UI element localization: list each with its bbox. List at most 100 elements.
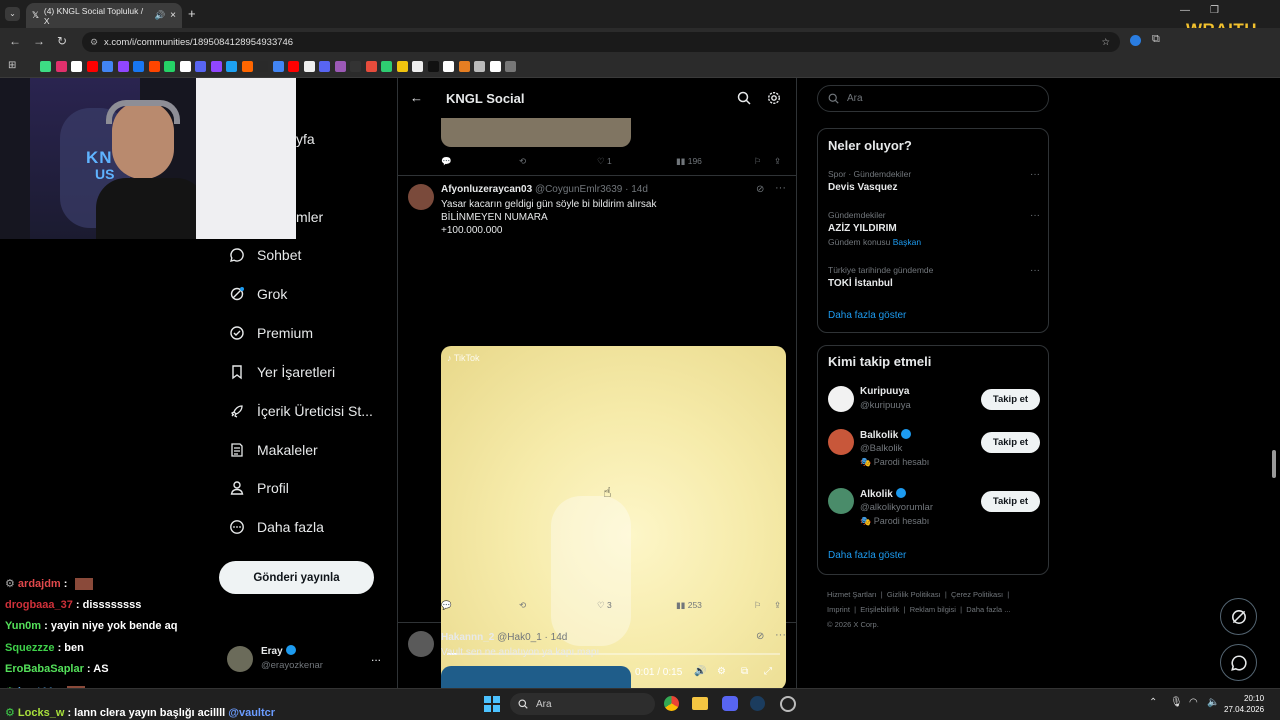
tweet-menu-icon[interactable]: ··· — [775, 629, 786, 641]
follow-button[interactable]: Takip et — [981, 389, 1040, 410]
like-button[interactable]: ♡ 3 — [597, 600, 612, 611]
tweet[interactable]: Afyonluzeraycan03 @CoygunEmlr3639 · 14d … — [398, 176, 796, 688]
volume-tray-icon[interactable]: 🔈 — [1207, 697, 1219, 708]
bookmark-favicon-icon[interactable] — [71, 61, 82, 72]
footer-link[interactable]: Imprint — [827, 605, 850, 614]
avatar[interactable] — [408, 184, 434, 210]
bookmark-favicon-icon[interactable] — [381, 61, 392, 72]
share-icon[interactable]: ⇪ — [774, 600, 781, 611]
close-tab-icon[interactable]: × — [170, 10, 176, 21]
trends-show-more[interactable]: Daha fazla göster — [828, 310, 906, 321]
settings-gear-icon[interactable] — [767, 91, 781, 105]
extensions-icon[interactable]: ⧉ — [1152, 33, 1160, 46]
tweet[interactable]: Hakannn_2 @Hak0_1 · 14d ⊘ ··· Vault sen … — [398, 623, 796, 688]
sidebar-item-more[interactable]: Daha fazla — [229, 519, 324, 535]
bookmark-favicon-icon[interactable] — [319, 61, 330, 72]
apps-grid-icon[interactable]: ⊞ — [8, 60, 16, 71]
follow-suggestion[interactable]: Alkolik @alkolikyorumlar 🎭 Parodi hesabı… — [828, 488, 1040, 533]
avatar[interactable] — [828, 386, 854, 412]
forward-icon[interactable]: → — [33, 34, 45, 48]
discord-icon[interactable] — [722, 696, 738, 711]
trend-menu-icon[interactable]: ··· — [1030, 169, 1040, 180]
views-count[interactable]: ▮▮ 196 — [676, 156, 702, 167]
bookmark-favicon-icon[interactable] — [303, 61, 315, 72]
bookmark-favicon-icon[interactable] — [86, 61, 98, 72]
avatar[interactable] — [828, 429, 854, 455]
account-switcher[interactable]: Eray @erayozkenar ... — [227, 645, 387, 675]
microphone-icon[interactable]: 🎙 — [1170, 697, 1183, 708]
follow-button[interactable]: Takip et — [981, 491, 1040, 512]
search-input[interactable]: Ara — [817, 85, 1049, 112]
sidebar-item-creator-studio[interactable]: İçerik Üreticisi St... — [229, 403, 373, 419]
footer-link[interactable]: Hizmet Şartları — [827, 590, 877, 599]
bookmark-favicon-icon[interactable] — [133, 61, 144, 72]
footer-link[interactable]: Reklam bilgisi — [910, 605, 956, 614]
footer-link[interactable]: Gizlilik Politikası — [887, 590, 941, 599]
chrome-taskbar-icon[interactable] — [664, 696, 679, 711]
scrollbar-thumb[interactable] — [1272, 450, 1276, 478]
bookmark-favicon-icon[interactable] — [489, 61, 501, 72]
avatar[interactable] — [408, 631, 434, 657]
tab-list-button[interactable]: ⌄ — [5, 7, 20, 21]
tweet-image[interactable] — [441, 666, 631, 688]
bookmark-star-icon[interactable]: ☆ — [1101, 37, 1110, 48]
like-button[interactable]: ♡ 1 — [597, 156, 612, 167]
window-controls[interactable]: — ❐ — [1180, 5, 1219, 16]
taskbar-search[interactable]: Ara — [510, 693, 655, 715]
trend-item[interactable]: Spor · Gündemdekiler Devis Vasquez ··· — [828, 169, 1040, 193]
follow-button[interactable]: Takip et — [981, 432, 1040, 453]
back-arrow-icon[interactable]: ← — [410, 90, 423, 105]
bookmark-favicon-icon[interactable] — [443, 61, 454, 72]
grok-explain-icon[interactable]: ⊘ — [756, 184, 764, 195]
follow-suggestion[interactable]: Kuripuuya @kuripuuya Takip et — [828, 386, 1040, 426]
back-icon[interactable]: ← — [9, 34, 21, 48]
bookmark-icon[interactable]: ⚐ — [754, 600, 762, 611]
grok-explain-icon[interactable]: ⊘ — [756, 631, 764, 642]
browser-tab[interactable]: 𝕏 (4) KNGL Social Topluluk / X 🔊 × — [26, 3, 182, 28]
file-explorer-icon[interactable] — [692, 697, 708, 710]
windows-start-icon[interactable] — [484, 696, 500, 712]
url-bar[interactable]: ⚙ x.com/i/communities/189508412895493374… — [82, 32, 1120, 52]
footer-link[interactable]: Daha fazla ... — [966, 605, 1010, 614]
tweet-image[interactable] — [441, 118, 631, 147]
who-to-follow-show-more[interactable]: Daha fazla göster — [828, 550, 906, 561]
bookmark-favicon-icon[interactable] — [396, 61, 408, 72]
sidebar-item-bookmarks[interactable]: Yer İşaretleri — [229, 364, 335, 380]
bookmark-favicon-icon[interactable] — [288, 61, 299, 72]
extension-icon[interactable] — [1130, 35, 1141, 46]
trend-item[interactable]: Türkiye tarihinde gündemde TOKİ İstanbul… — [828, 265, 1040, 289]
bookmark-favicon-icon[interactable] — [350, 61, 361, 72]
grok-fab[interactable] — [1220, 598, 1257, 635]
sidebar-item-grok[interactable]: Grok — [229, 286, 287, 302]
bookmark-favicon-icon[interactable] — [117, 61, 129, 72]
tray-overflow-icon[interactable]: ⌃ — [1149, 697, 1157, 708]
sidebar-item-profile[interactable]: Profil — [229, 480, 289, 496]
bookmark-favicon-icon[interactable] — [195, 61, 206, 72]
share-icon[interactable]: ⇪ — [774, 156, 781, 167]
bookmark-favicon-icon[interactable] — [148, 61, 160, 72]
reply-icon[interactable]: 💬 — [441, 156, 452, 167]
bookmark-favicon-icon[interactable] — [334, 61, 346, 72]
bookmark-icon[interactable]: ⚐ — [754, 156, 762, 167]
bookmark-favicon-icon[interactable] — [474, 61, 485, 72]
maximize-icon[interactable]: ❐ — [1210, 5, 1219, 16]
trend-extra-link[interactable]: Başkan — [893, 237, 921, 247]
bookmark-favicon-icon[interactable] — [164, 61, 175, 72]
new-tab-button[interactable]: + — [188, 6, 196, 21]
tweet-menu-icon[interactable]: ··· — [775, 182, 786, 194]
post-button[interactable]: Gönderi yayınla — [219, 561, 374, 594]
search-icon[interactable] — [737, 91, 751, 105]
bookmark-favicon-icon[interactable] — [210, 61, 222, 72]
sidebar-item-premium[interactable]: Premium — [229, 325, 313, 341]
bookmark-favicon-icon[interactable] — [427, 61, 439, 72]
steam-icon[interactable] — [750, 696, 765, 711]
retweet-icon[interactable]: ⟲ — [519, 600, 526, 611]
footer-link[interactable]: Çerez Politikası — [951, 590, 1003, 599]
messages-fab[interactable] — [1220, 644, 1257, 681]
reload-icon[interactable]: ↻ — [57, 34, 67, 48]
bookmark-favicon-icon[interactable] — [40, 61, 51, 72]
trend-menu-icon[interactable]: ··· — [1030, 210, 1040, 221]
bookmark-favicon-icon[interactable] — [179, 61, 191, 72]
taskbar-clock[interactable]: 20:10 27.04.2026 — [1224, 693, 1264, 715]
reply-icon[interactable]: 💬 — [441, 600, 452, 611]
